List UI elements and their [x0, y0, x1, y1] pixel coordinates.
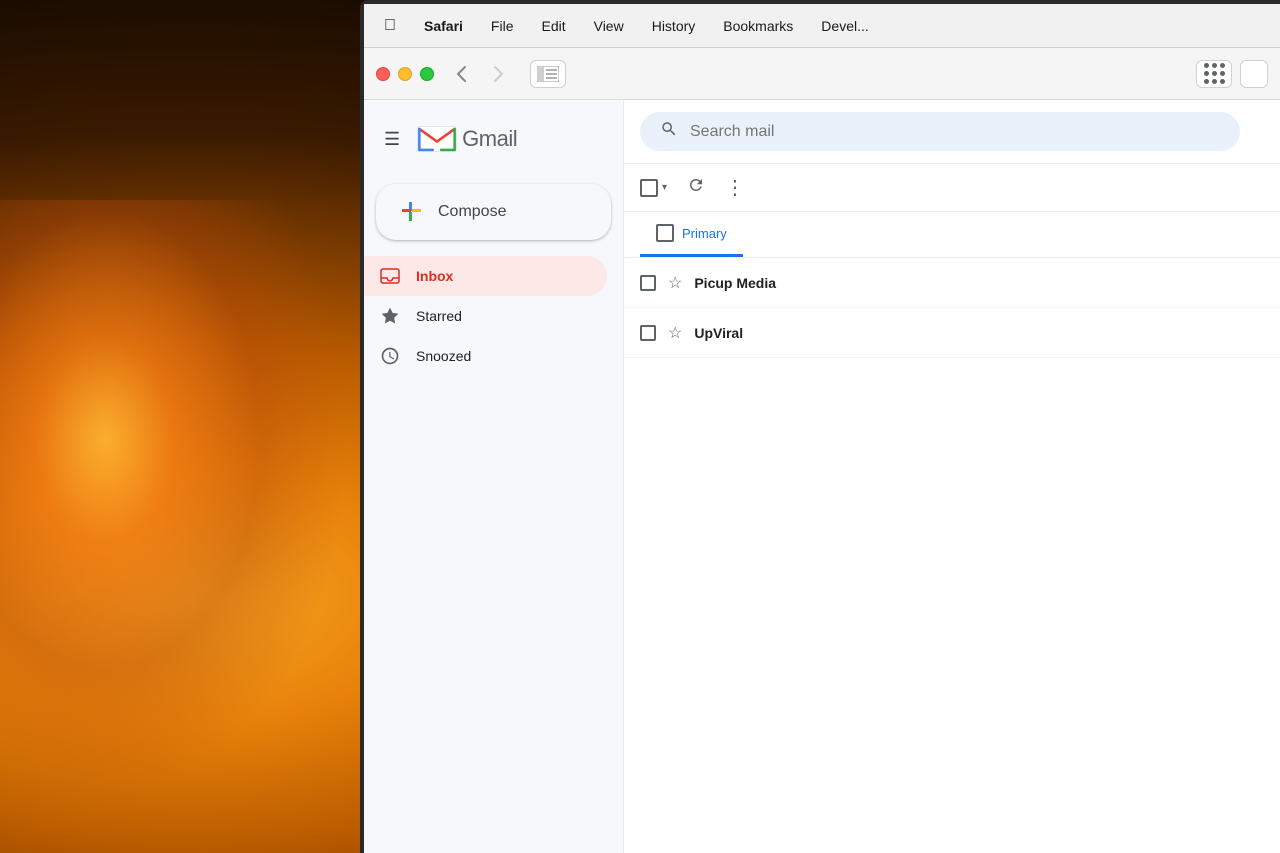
more-options-icon[interactable]: ⋮: [725, 175, 745, 200]
view-menu[interactable]: View: [590, 16, 628, 36]
macos-menubar:  Safari File Edit View History Bookmark…: [364, 4, 1280, 48]
gmail-main: ▾ ⋮ Primary: [624, 100, 1280, 853]
gmail-header: ☰ Gmail: [364, 110, 623, 176]
develop-menu[interactable]: Devel...: [817, 16, 872, 36]
chevron-down-icon[interactable]: ▾: [662, 182, 667, 193]
compose-label: Compose: [438, 203, 506, 221]
table-row[interactable]: ☆ Picup Media: [624, 258, 1280, 308]
minimize-button[interactable]: [398, 67, 412, 81]
grid-apps-button[interactable]: [1196, 60, 1232, 88]
email-list: ☆ Picup Media ☆ UpViral: [624, 258, 1280, 358]
gmail-logo: Gmail: [416, 118, 517, 160]
search-icon: [660, 120, 678, 143]
table-row[interactable]: ☆ UpViral: [624, 308, 1280, 358]
email-checkbox[interactable]: [640, 275, 656, 291]
gmail-sidebar: ☰ Gmail: [364, 100, 624, 853]
star-icon[interactable]: ☆: [668, 323, 682, 343]
hamburger-menu-icon[interactable]: ☰: [380, 125, 404, 154]
refresh-icon[interactable]: [683, 172, 709, 203]
browser-content: ☰ Gmail: [364, 100, 1280, 853]
safari-menu[interactable]: Safari: [420, 16, 467, 36]
profile-button[interactable]: [1240, 60, 1268, 88]
email-checkbox[interactable]: [640, 325, 656, 341]
sidebar-item-inbox[interactable]: Inbox: [364, 256, 607, 296]
bookmarks-menu[interactable]: Bookmarks: [719, 16, 797, 36]
compose-plus-icon: [400, 200, 424, 224]
email-sender: Picup Media: [694, 275, 834, 291]
gmail-search-row: [624, 100, 1280, 164]
sidebar-item-snoozed[interactable]: Snoozed: [364, 336, 607, 376]
file-menu[interactable]: File: [487, 16, 518, 36]
history-menu[interactable]: History: [648, 16, 700, 36]
compose-button[interactable]: Compose: [376, 184, 611, 240]
close-button[interactable]: [376, 67, 390, 81]
grid-icon: [1204, 63, 1225, 84]
laptop-bezel:  Safari File Edit View History Bookmark…: [360, 0, 1280, 853]
select-all-checkbox[interactable]: ▾: [640, 179, 667, 197]
traffic-lights: [376, 67, 434, 81]
tab-primary[interactable]: Primary: [640, 212, 743, 257]
search-bar[interactable]: [640, 112, 1240, 151]
gmail-m-logo: [416, 118, 458, 160]
inbox-label: Inbox: [416, 268, 453, 284]
starred-label: Starred: [416, 308, 462, 324]
email-toolbar: ▾ ⋮: [624, 164, 1280, 212]
tab-checkbox: [656, 224, 674, 242]
screen:  Safari File Edit View History Bookmark…: [364, 4, 1280, 853]
safari-toolbar: [364, 48, 1280, 100]
light-blob: [0, 200, 350, 800]
search-input[interactable]: [690, 123, 1220, 141]
inbox-icon: [380, 266, 400, 286]
snoozed-icon: [380, 346, 400, 366]
sidebar-toggle-button[interactable]: [530, 60, 566, 88]
edit-menu[interactable]: Edit: [537, 16, 569, 36]
primary-tab-label: Primary: [682, 226, 727, 241]
gmail-title: Gmail: [462, 126, 517, 152]
maximize-button[interactable]: [420, 67, 434, 81]
tabs-row: Primary: [624, 212, 1280, 258]
star-icon: [380, 306, 400, 326]
apple-menu[interactable]: : [380, 15, 400, 37]
forward-button[interactable]: [484, 59, 514, 89]
sidebar-item-starred[interactable]: Starred: [364, 296, 607, 336]
checkbox-square[interactable]: [640, 179, 658, 197]
back-button[interactable]: [446, 59, 476, 89]
snoozed-label: Snoozed: [416, 348, 471, 364]
email-sender: UpViral: [694, 325, 834, 341]
star-icon[interactable]: ☆: [668, 273, 682, 293]
